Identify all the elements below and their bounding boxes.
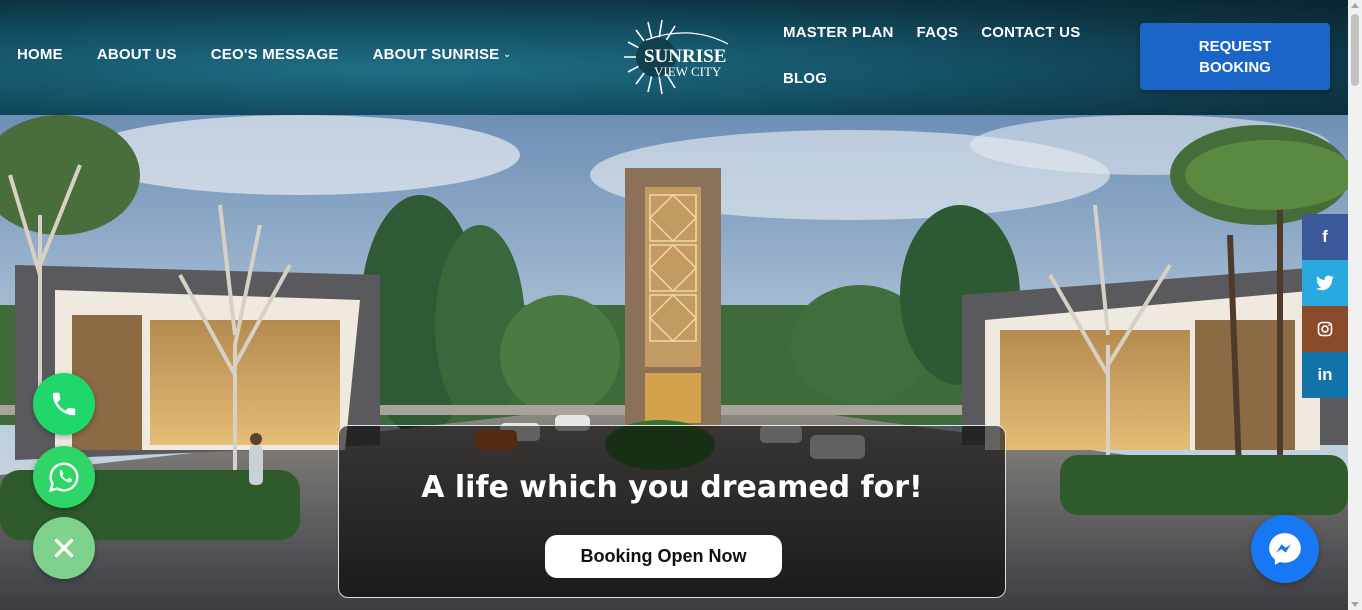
nav-ceo-message-label: CEO'S MESSAGE <box>210 46 339 63</box>
linkedin-glyph: in <box>1317 365 1333 384</box>
nav-about-sunrise[interactable]: ABOUT SUNRISE ⌄ <box>373 46 512 63</box>
messenger-button[interactable] <box>1251 515 1319 583</box>
close-contact-button[interactable] <box>33 517 95 579</box>
call-button[interactable] <box>33 373 95 435</box>
nav-about-us[interactable]: ABOUT US <box>97 46 177 63</box>
request-booking-line1: REQUEST <box>1198 37 1272 55</box>
nav-faqs[interactable]: FAQS <box>917 24 959 41</box>
nav-contact-us[interactable]: CONTACT US <box>981 24 1080 41</box>
main-nav-left: HOME ABOUT US CEO'S MESSAGE ABOUT SUNRIS… <box>17 46 511 63</box>
nav-about-us-label: ABOUT US <box>96 46 177 63</box>
nav-about-sunrise-label: ABOUT SUNRISE <box>372 46 500 63</box>
main-nav-right: MASTER PLAN FAQS CONTACT US <box>783 24 1080 41</box>
nav-blog[interactable]: BLOG <box>783 70 827 87</box>
nav-contact-us-label: CONTACT US <box>981 24 1081 41</box>
nav-master-plan[interactable]: MASTER PLAN <box>783 24 894 41</box>
site-logo[interactable]: SUNRISE VIEW CITY <box>620 14 732 100</box>
hero-cta-box: A life which you dreamed for! Booking Op… <box>338 425 1006 598</box>
facebook-glyph: f <box>1322 227 1328 246</box>
request-booking-line2: BOOKING <box>1199 58 1271 76</box>
nav-home-label: HOME <box>17 46 63 63</box>
nav-blog-label: BLOG <box>783 70 828 87</box>
instagram-icon[interactable] <box>1302 306 1348 352</box>
instagram-glyph-icon <box>1317 321 1333 337</box>
scroll-up-arrow-icon[interactable] <box>1351 3 1359 8</box>
nav-master-plan-label: MASTER PLAN <box>783 24 894 41</box>
nav-faqs-label: FAQS <box>916 24 959 41</box>
sun-logo-icon: SUNRISE VIEW CITY <box>624 19 729 95</box>
request-booking-button[interactable]: REQUEST BOOKING <box>1140 23 1330 90</box>
nav-ceo-message[interactable]: CEO'S MESSAGE <box>211 46 339 63</box>
linkedin-icon[interactable]: in <box>1302 352 1348 398</box>
close-icon <box>54 538 74 558</box>
scroll-down-arrow-icon[interactable] <box>1351 602 1359 607</box>
scroll-thumb[interactable] <box>1351 14 1359 86</box>
social-sidebar: f in <box>1302 214 1348 398</box>
nav-home[interactable]: HOME <box>17 46 63 63</box>
chevron-down-icon: ⌄ <box>503 49 512 59</box>
twitter-icon[interactable] <box>1302 260 1348 306</box>
phone-icon <box>52 392 76 416</box>
hero-headline: A life which you dreamed for! <box>421 470 923 505</box>
messenger-icon <box>1269 533 1301 565</box>
site-header: HOME ABOUT US CEO'S MESSAGE ABOUT SUNRIS… <box>0 0 1348 115</box>
booking-open-button[interactable]: Booking Open Now <box>545 535 782 578</box>
page-scrollbar[interactable] <box>1348 0 1362 610</box>
whatsapp-icon <box>48 462 79 493</box>
twitter-bird-icon <box>1316 275 1334 291</box>
whatsapp-button[interactable] <box>33 446 95 508</box>
logo-line2: VIEW CITY <box>654 64 722 79</box>
facebook-icon[interactable]: f <box>1302 214 1348 260</box>
